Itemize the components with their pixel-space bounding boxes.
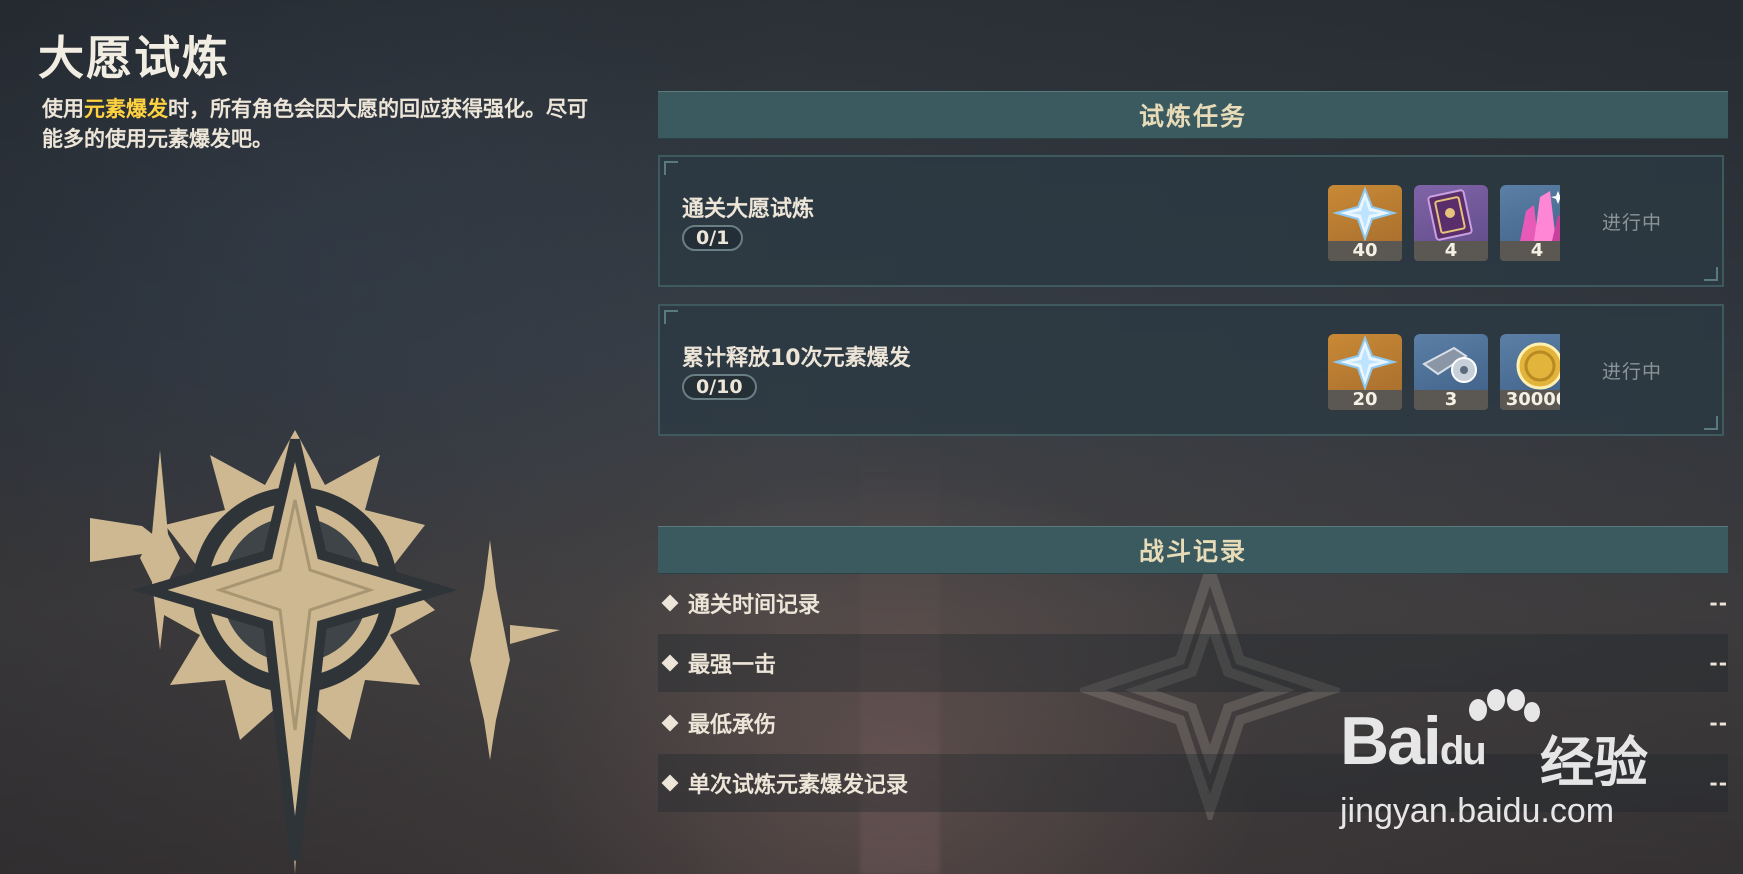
reward-item[interactable]: 3 bbox=[1414, 334, 1488, 410]
baidu-jingyan-watermark: Baidu 经验 jingyan.baidu.com bbox=[1336, 688, 1676, 838]
record-row: 最强一击 -- bbox=[658, 634, 1728, 692]
watermark-brand-paw: du bbox=[1439, 729, 1487, 773]
task-status-label: 进行中 bbox=[1601, 211, 1662, 234]
reward-item[interactable]: 40 bbox=[1328, 185, 1402, 261]
reward-quantity: 3 bbox=[1414, 390, 1488, 410]
primogem-icon bbox=[1332, 335, 1398, 390]
reward-item[interactable]: 30000 bbox=[1500, 334, 1560, 410]
reward-quantity: 20 bbox=[1328, 390, 1402, 410]
mora-coin-icon bbox=[1516, 342, 1560, 390]
records-section-header: 战斗记录 bbox=[658, 526, 1728, 574]
watermark-url: jingyan.baidu.com bbox=[1340, 792, 1615, 830]
reward-quantity: 40 bbox=[1328, 241, 1402, 261]
heros-wit-book-icon bbox=[1427, 189, 1473, 241]
task-name: 累计释放10次元素爆发 bbox=[682, 346, 911, 371]
reward-list: 40 4 4 bbox=[1328, 185, 1560, 261]
task-status-label: 进行中 bbox=[1601, 360, 1662, 383]
desc-prefix: 使用 bbox=[42, 97, 84, 121]
task-name: 通关大愿试炼 bbox=[682, 197, 815, 222]
desc-highlight: 元素爆发 bbox=[84, 97, 168, 121]
paw-icon bbox=[1469, 689, 1540, 722]
corner-ornament bbox=[664, 310, 678, 324]
diamond-bullet-icon bbox=[661, 594, 679, 612]
reward-item[interactable]: 4 bbox=[1414, 185, 1488, 261]
primogem-icon bbox=[1332, 186, 1398, 241]
record-value: -- bbox=[1709, 591, 1728, 615]
event-description: 使用元素爆发时，所有角色会因大愿的回应获得强化。尽可能多的使用元素爆发吧。 bbox=[42, 94, 602, 154]
corner-ornament bbox=[1704, 416, 1718, 430]
watermark-cn: 经验 bbox=[1540, 731, 1648, 794]
reward-item[interactable]: 20 bbox=[1328, 334, 1402, 410]
enhancement-ore-crystal-icon bbox=[1520, 191, 1560, 241]
reward-quantity: 4 bbox=[1414, 241, 1488, 261]
record-value: -- bbox=[1709, 771, 1728, 795]
reward-quantity: 4 bbox=[1500, 241, 1560, 261]
wish-star-emblem-icon bbox=[90, 430, 560, 874]
reward-list: 20 3 30000 bbox=[1328, 334, 1560, 410]
corner-ornament bbox=[1704, 267, 1718, 281]
page-title: 大愿试炼 bbox=[38, 31, 230, 85]
task-card[interactable]: 通关大愿试炼 0/1 40 4 4 进行中 bbox=[658, 155, 1724, 287]
task-card[interactable]: 累计释放10次元素爆发 0/10 20 3 30000 进行中 bbox=[658, 304, 1724, 436]
diamond-bullet-icon bbox=[661, 774, 679, 792]
record-label: 通关时间记录 bbox=[688, 593, 821, 618]
record-label: 最强一击 bbox=[688, 653, 777, 678]
record-label: 最低承伤 bbox=[688, 713, 777, 738]
task-progress-badge: 0/10 bbox=[682, 374, 757, 400]
task-progress-badge: 0/1 bbox=[682, 225, 744, 251]
reward-item[interactable]: 4 bbox=[1500, 185, 1560, 261]
record-label: 单次试炼元素爆发记录 bbox=[688, 773, 909, 798]
record-row: 通关时间记录 -- bbox=[658, 574, 1728, 632]
record-value: -- bbox=[1709, 711, 1728, 735]
diamond-bullet-icon bbox=[661, 714, 679, 732]
corner-ornament bbox=[664, 161, 678, 175]
talent-material-icon bbox=[1422, 346, 1477, 383]
tasks-section-header: 试炼任务 bbox=[658, 91, 1728, 139]
diamond-bullet-icon bbox=[661, 654, 679, 672]
record-value: -- bbox=[1709, 651, 1728, 675]
reward-quantity: 30000 bbox=[1500, 390, 1560, 410]
